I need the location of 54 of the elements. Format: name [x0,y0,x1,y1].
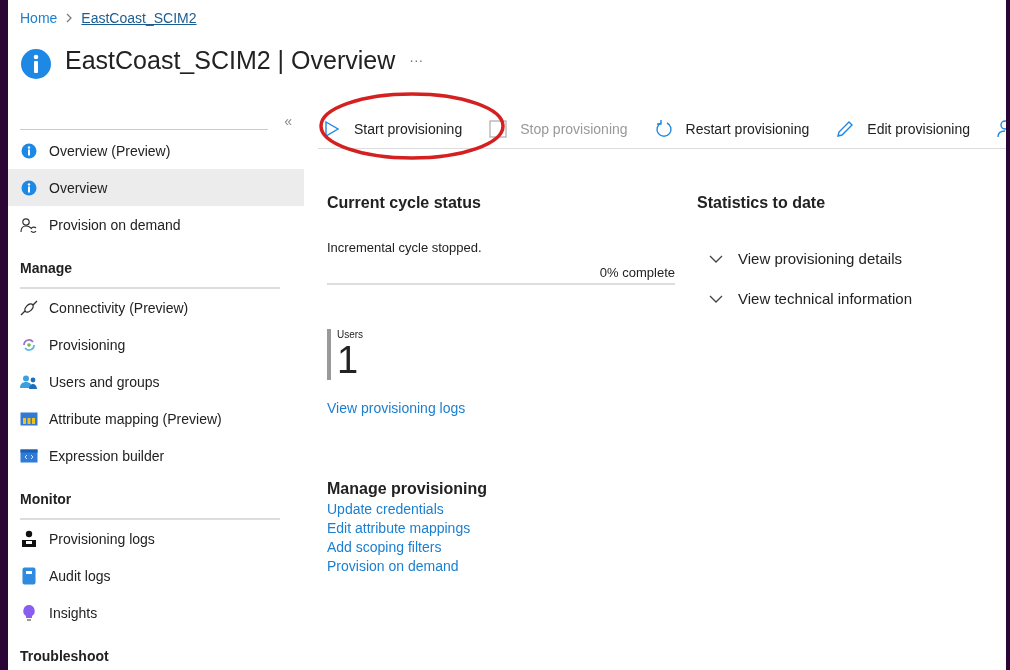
sidebar-item[interactable]: Expression builder [8,437,304,474]
manage-link[interactable]: Provision on demand [327,558,459,574]
plug-icon [20,299,38,316]
sidebar-item[interactable]: Users and groups [8,363,304,400]
toolbar-button[interactable]: Edit provisioning [831,120,971,138]
expander[interactable]: View technical information [709,290,912,307]
sidebar-item[interactable]: Audit logs [8,557,304,594]
manage-link[interactable]: Edit attribute mappings [327,520,471,536]
table-icon [20,411,38,426]
manage-link[interactable]: Update credentials [327,501,444,517]
book-icon [20,566,38,585]
logs-link[interactable]: View provisioning logs [327,400,466,416]
section-heading: Current cycle status [327,194,482,212]
chevron-icon [709,253,723,264]
person-icon [20,529,38,548]
manage-link[interactable]: Add scoping filters [327,539,442,555]
info-icon [20,142,38,159]
restart-icon [654,120,673,138]
lightbulb-icon [20,603,38,622]
sync-icon [20,336,38,353]
sidebar-item[interactable]: Insights [8,594,304,631]
more-button[interactable]: ··· [409,52,424,68]
play-icon [323,120,341,138]
toolbar-button[interactable]: Restart provisioning [649,120,810,138]
info-icon [20,179,38,196]
pencil-icon [836,120,855,138]
sidebar-item[interactable]: Provisioning logs [8,520,304,557]
info-icon [20,48,52,80]
status-text: Incremental cycle stopped. [327,240,483,255]
stat-value: 1 [337,340,360,380]
person-sync-icon [20,216,38,233]
section-heading: Manage provisioning [327,480,488,498]
collapse-button[interactable]: « [284,113,292,129]
page-title: EastCoast_SCIM2 | Overview [65,45,396,75]
section-heading: Troubleshoot [20,648,280,670]
sidebar-item[interactable]: Overview (Preview) [8,132,304,169]
breadcrumb-link[interactable]: Home [20,10,58,26]
breadcrumb-link[interactable]: EastCoast_SCIM2 [81,10,197,26]
sidebar-item[interactable]: Provision on demand [8,206,304,243]
code-window-icon [20,448,38,463]
chevron-icon [709,293,723,304]
progress-text: 0% complete [598,265,675,280]
sidebar-item[interactable]: Connectivity (Preview) [8,289,304,326]
section-heading: Manage [20,260,280,289]
sidebar-item[interactable]: Provisioning [8,326,304,363]
expander[interactable]: View provisioning details [709,250,912,267]
sidebar-item[interactable]: Overview [8,169,304,206]
users-icon [20,373,38,390]
stat-label: Users [337,329,364,340]
section-heading: Statistics to date [697,194,827,212]
chevron-icon [65,13,74,23]
stop-icon [489,120,508,138]
sidebar-item[interactable]: Attribute mapping (Preview) [8,400,304,437]
section-heading: Monitor [20,491,280,520]
